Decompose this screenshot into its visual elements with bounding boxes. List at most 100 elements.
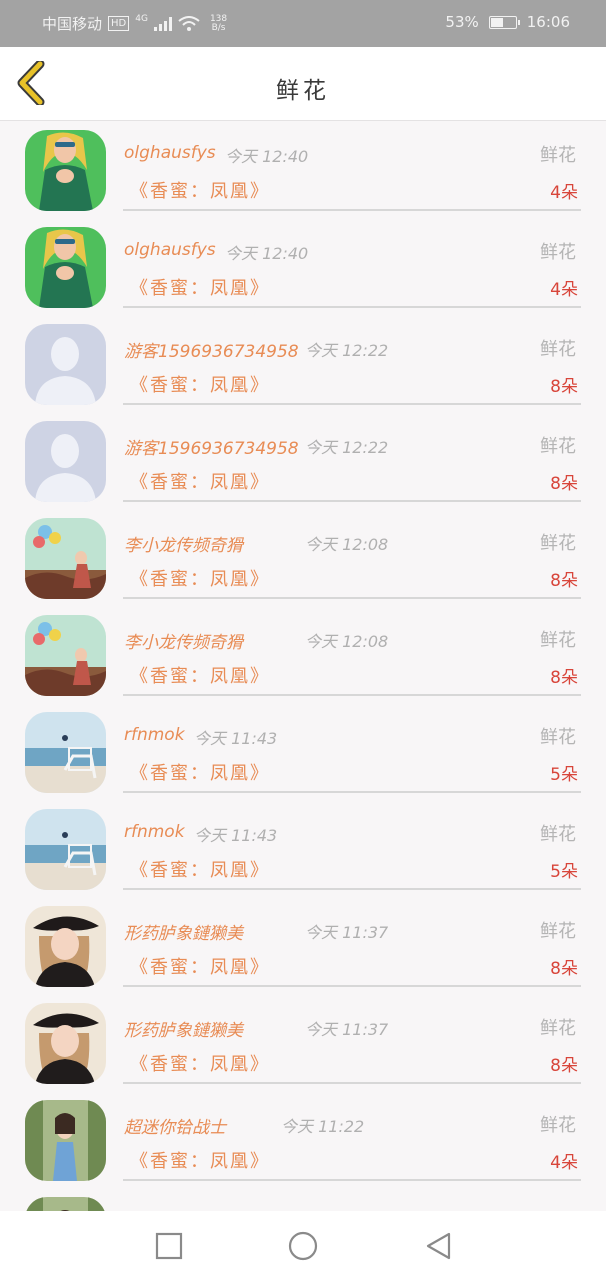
send-time: 今天 11:37: [305, 923, 389, 942]
row-divider: [123, 597, 581, 599]
wifi-icon: [178, 16, 200, 31]
list-item[interactable]: 超迷你铪战士 今天 11:22 鲜花 《香蜜：凤凰》 4朵: [0, 1091, 606, 1188]
book-title[interactable]: 《香蜜：凤凰》: [130, 274, 270, 300]
book-title[interactable]: 《香蜜：凤凰》: [130, 468, 270, 494]
book-title[interactable]: 《香蜜：凤凰》: [130, 856, 270, 882]
list-item[interactable]: olghausfys 今天 12:40 鲜花 《香蜜：凤凰》 4朵: [0, 218, 606, 315]
square-recent-apps-icon: [155, 1232, 183, 1260]
list-item[interactable]: 形药胪象鏈獭美 今天 11:37 鲜花 《香蜜：凤凰》 8朵: [0, 994, 606, 1091]
seaside-chair-avatar[interactable]: [25, 712, 106, 793]
gift-quantity: 8朵: [550, 959, 578, 979]
send-time: 今天 12:40: [225, 147, 309, 166]
sender-name: olghausfys: [124, 240, 216, 260]
system-nav-bar: [0, 1211, 606, 1280]
woman-green-dress-avatar[interactable]: [25, 130, 106, 211]
list-item[interactable]: 李小龙传频奇猾 今天 12:08 鲜花 《香蜜：凤凰》 8朵: [0, 606, 606, 703]
gift-type: 鲜花: [540, 339, 576, 360]
sender-name: 李小龙传频奇猾: [124, 633, 243, 653]
speed-unit: B/s: [211, 22, 226, 33]
list-item[interactable]: olghausfys 今天 12:40 鲜花 《香蜜：凤凰》 4朵: [0, 121, 606, 218]
gift-type: 鲜花: [540, 630, 576, 651]
gift-type: 鲜花: [540, 921, 576, 942]
hd-badge: HD: [108, 16, 130, 31]
default-user-avatar[interactable]: [25, 421, 106, 502]
page-title: 鲜花: [276, 78, 330, 104]
gift-type: 鲜花: [540, 242, 576, 263]
book-title[interactable]: 《香蜜：凤凰》: [130, 662, 270, 688]
girl-garden-avatar[interactable]: [25, 1100, 106, 1181]
list-item[interactable]: rfnmok 今天 11:43 鲜花 《香蜜：凤凰》 5朵: [0, 703, 606, 800]
default-user-avatar[interactable]: [25, 324, 106, 405]
circle-home-icon: [288, 1231, 318, 1261]
book-title[interactable]: 《香蜜：凤凰》: [130, 565, 270, 591]
send-time: 今天 12:08: [305, 632, 389, 651]
row-divider: [123, 500, 581, 502]
balloons-girl-avatar[interactable]: [25, 615, 106, 696]
battery-percent: 53%: [445, 13, 479, 31]
gift-type: 鲜花: [540, 533, 576, 554]
sender-name: 形药胪象鏈獭美: [124, 1021, 243, 1041]
gift-quantity: 4朵: [550, 280, 578, 300]
row-divider: [123, 694, 581, 696]
row-divider: [123, 1179, 581, 1181]
gift-quantity: 4朵: [550, 183, 578, 203]
girl-black-hat-avatar[interactable]: [25, 1003, 106, 1084]
gift-type: 鲜花: [540, 1115, 576, 1136]
network-speed: 138 B/s: [210, 14, 227, 33]
gift-record-list[interactable]: olghausfys 今天 12:40 鲜花 《香蜜：凤凰》 4朵 olghau…: [0, 121, 606, 1211]
gift-type: 鲜花: [540, 824, 576, 845]
battery-level: [490, 17, 503, 27]
book-title[interactable]: 《香蜜：凤凰》: [130, 759, 270, 785]
sender-name: rfnmok: [124, 725, 185, 745]
balloons-girl-avatar[interactable]: [25, 518, 106, 599]
send-time: 今天 12:08: [305, 535, 389, 554]
status-right: 53% 16:06: [445, 13, 570, 31]
send-time: 今天 11:43: [194, 729, 278, 748]
send-time: 今天 11:22: [281, 1117, 365, 1136]
send-time: 今天 12:40: [225, 244, 309, 263]
row-divider: [123, 1082, 581, 1084]
list-item[interactable]: 游客1596936734958 今天 12:22 鲜花 《香蜜：凤凰》 8朵: [0, 412, 606, 509]
send-time: 今天 12:22: [305, 438, 389, 457]
gift-quantity: 4朵: [550, 1153, 578, 1173]
row-divider: [123, 306, 581, 308]
gift-type: 鲜花: [540, 1018, 576, 1039]
sender-name: 游客1596936734958: [124, 342, 299, 362]
home-button[interactable]: [288, 1231, 318, 1261]
send-time: 今天 11:43: [194, 826, 278, 845]
status-bar: 中国移动 HD 4G 138 B/s 53% 16:06: [0, 0, 606, 47]
gift-quantity: 8朵: [550, 1056, 578, 1076]
list-item[interactable]: 游客1596936734958 今天 12:22 鲜花 《香蜜：凤凰》 8朵: [0, 315, 606, 412]
clock: 16:06: [526, 13, 570, 31]
list-item[interactable]: 李小龙传频奇猾 今天 12:08 鲜花 《香蜜：凤凰》 8朵: [0, 509, 606, 606]
woman-green-dress-avatar[interactable]: [25, 227, 106, 308]
book-title[interactable]: 《香蜜：凤凰》: [130, 1147, 270, 1173]
row-divider: [123, 985, 581, 987]
list-item[interactable]: 形药胪象鏈獭美 今天 11:37 鲜花 《香蜜：凤凰》 8朵: [0, 897, 606, 994]
battery-icon: [488, 15, 520, 29]
gift-type: 鲜花: [540, 145, 576, 166]
girl-black-hat-avatar[interactable]: [25, 906, 106, 987]
book-title[interactable]: 《香蜜：凤凰》: [130, 177, 270, 203]
recent-apps-button[interactable]: [154, 1231, 184, 1261]
book-title[interactable]: 《香蜜：凤凰》: [130, 953, 270, 979]
gift-quantity: 8朵: [550, 668, 578, 688]
row-divider: [123, 888, 581, 890]
row-divider: [123, 403, 581, 405]
sender-name: 超迷你铪战士: [124, 1118, 226, 1138]
row-divider: [123, 791, 581, 793]
gift-quantity: 5朵: [550, 765, 578, 785]
app-header: 鲜花: [0, 47, 606, 121]
triangle-back-icon: [426, 1232, 451, 1260]
seaside-chair-avatar[interactable]: [25, 809, 106, 890]
signal-icon: [153, 16, 172, 31]
list-item[interactable]: [0, 1188, 606, 1211]
list-item[interactable]: rfnmok 今天 11:43 鲜花 《香蜜：凤凰》 5朵: [0, 800, 606, 897]
send-time: 今天 11:37: [305, 1020, 389, 1039]
girl-garden-avatar[interactable]: [25, 1197, 106, 1211]
back-nav-button[interactable]: [424, 1231, 454, 1261]
book-title[interactable]: 《香蜜：凤凰》: [130, 371, 270, 397]
row-divider: [123, 209, 581, 211]
book-title[interactable]: 《香蜜：凤凰》: [130, 1050, 270, 1076]
gift-quantity: 5朵: [550, 862, 578, 882]
